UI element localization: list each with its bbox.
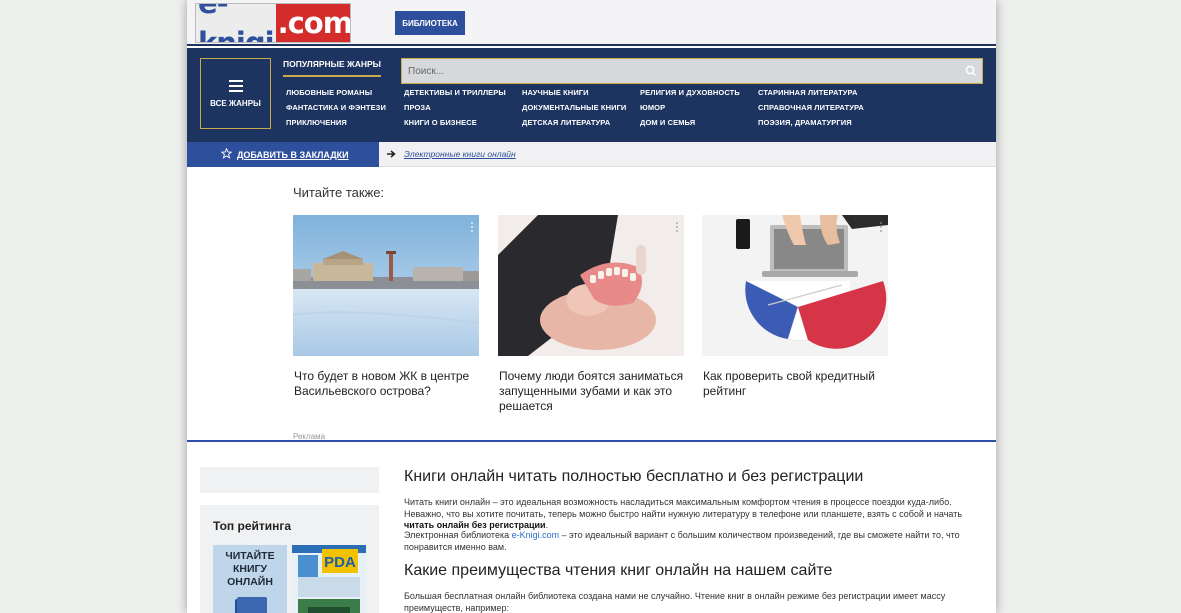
read-also-heading: Читайте также: [293, 185, 385, 200]
more-options-icon[interactable] [880, 222, 882, 232]
menu-icon [228, 79, 243, 92]
genre-link[interactable]: ДЕТСКАЯ ЛИТЕРАТУРА [522, 118, 640, 127]
ad-title[interactable]: Почему люди боятся заниматься запущенным… [498, 369, 684, 414]
intro-bold: читать онлайн без регистрации [404, 520, 546, 530]
sidebar-block [200, 467, 379, 493]
search-box [401, 58, 983, 84]
book-cover[interactable]: ЧИТАЙТЕ КНИГУ ОНЛАЙН [213, 545, 287, 613]
genre-nav: ВСЕ ЖАНРЫ ПОПУЛЯРНЫЕ ЖАНРЫ ЛЮБОВНЫЕ РОМА… [187, 48, 996, 142]
genre-link[interactable]: ФАНТАСТИКА И ФЭНТЕЗИ [286, 103, 404, 112]
genre-link[interactable]: ДОКУМЕНТАЛЬНЫЕ КНИГИ [522, 103, 640, 112]
search-input[interactable] [402, 59, 942, 83]
star-icon [221, 148, 232, 159]
genre-link[interactable]: ЮМОР [640, 103, 758, 112]
logo-text: e-knigi [198, 3, 275, 43]
genre-link[interactable]: НАУЧНЫЕ КНИГИ [522, 88, 640, 97]
ad-image-dentures[interactable] [498, 215, 684, 356]
genre-link[interactable]: ПРИКЛЮЧЕНИЯ [286, 118, 404, 127]
add-bookmark-button[interactable]: ДОБАВИТЬ В ЗАКЛАДКИ [187, 142, 379, 167]
breadcrumb: Электронные книги онлайн [387, 149, 516, 159]
search-icon[interactable] [964, 64, 978, 78]
all-genres-button[interactable]: ВСЕ ЖАНРЫ [200, 58, 271, 129]
site-link[interactable]: e-Knigi.com [512, 530, 560, 540]
ad-title[interactable]: Как проверить свой кредитный рейтинг [702, 369, 888, 399]
section-heading: Какие преимущества чтения книг онлайн на… [404, 562, 833, 579]
intro-paragraph: Читать книги онлайн – это идеальная возм… [404, 497, 974, 532]
intro-text: Читать книги онлайн – это идеальная возм… [404, 497, 963, 519]
genre-link[interactable]: РЕЛИГИЯ И ДУХОВНОСТЬ [640, 88, 758, 97]
genre-link[interactable]: ДЕТЕКТИВЫ И ТРИЛЛЕРЫ [404, 88, 522, 97]
ad-card[interactable]: Почему люди боятся заниматься запущенным… [498, 215, 684, 414]
breadcrumb-link[interactable]: Электронные книги онлайн [404, 149, 516, 159]
add-bookmark-label: ДОБАВИТЬ В ЗАКЛАДКИ [237, 149, 349, 160]
genre-link[interactable]: СПРАВОЧНАЯ ЛИТЕРАТУРА [758, 103, 876, 112]
ad-image-city[interactable] [293, 215, 479, 356]
genre-links: ЛЮБОВНЫЕ РОМАНЫ ДЕТЕКТИВЫ И ТРИЛЛЕРЫ НАУ… [286, 88, 986, 127]
genre-link[interactable]: ПОЭЗИЯ, ДРАМАТУРГИЯ [758, 118, 876, 127]
page: e-knigi .com БИБЛИОТЕКА ВСЕ ЖАНРЫ ПОПУЛЯР… [187, 0, 996, 613]
ad-card[interactable]: Что будет в новом ЖК в центре Васильевск… [293, 215, 479, 399]
library-button[interactable]: БИБЛИОТЕКА [395, 11, 465, 35]
top-bar: e-knigi .com БИБЛИОТЕКА [187, 0, 996, 46]
genre-link[interactable]: ДОМ И СЕМЬЯ [640, 118, 758, 127]
genre-link[interactable]: ЛЮБОВНЫЕ РОМАНЫ [286, 88, 404, 97]
top-rating-block: Топ рейтинга ЧИТАЙТЕ КНИГУ ОНЛАЙН PDA [200, 505, 379, 613]
logo-domain: .com [275, 4, 350, 42]
section-divider [187, 440, 996, 442]
library-text: Электронная библиотека [404, 530, 512, 540]
bookmark-bar: ДОБАВИТЬ В ЗАКЛАДКИ Электронные книги он… [187, 142, 996, 167]
ad-title[interactable]: Что будет в новом ЖК в центре Васильевск… [293, 369, 479, 399]
article-title: Книги онлайн читать полностью бесплатно … [404, 468, 864, 485]
more-options-icon[interactable] [471, 222, 473, 232]
book-cover-text: PDA [324, 554, 356, 571]
library-paragraph: Электронная библиотека e-Knigi.com – это… [404, 530, 974, 553]
top-rating-title: Топ рейтинга [213, 519, 292, 533]
intro-end: . [545, 520, 549, 530]
genre-link[interactable]: КНИГИ О БИЗНЕСЕ [404, 118, 522, 127]
popular-genres-tab[interactable]: ПОПУЛЯРНЫЕ ЖАНРЫ [283, 59, 381, 77]
arrow-right-icon [387, 150, 396, 158]
ad-image-credit[interactable] [702, 215, 888, 356]
ad-card[interactable]: Как проверить свой кредитный рейтинг [702, 215, 888, 399]
genre-link[interactable]: СТАРИННАЯ ЛИТЕРАТУРА [758, 88, 876, 97]
book-cover[interactable]: PDA [292, 545, 366, 613]
site-logo[interactable]: e-knigi .com [195, 3, 351, 43]
advantages-paragraph: Большая бесплатная онлайн библиотека соз… [404, 591, 946, 613]
more-options-icon[interactable] [676, 222, 678, 232]
genre-link[interactable]: ПРОЗА [404, 103, 522, 112]
all-genres-label: ВСЕ ЖАНРЫ [210, 98, 261, 108]
